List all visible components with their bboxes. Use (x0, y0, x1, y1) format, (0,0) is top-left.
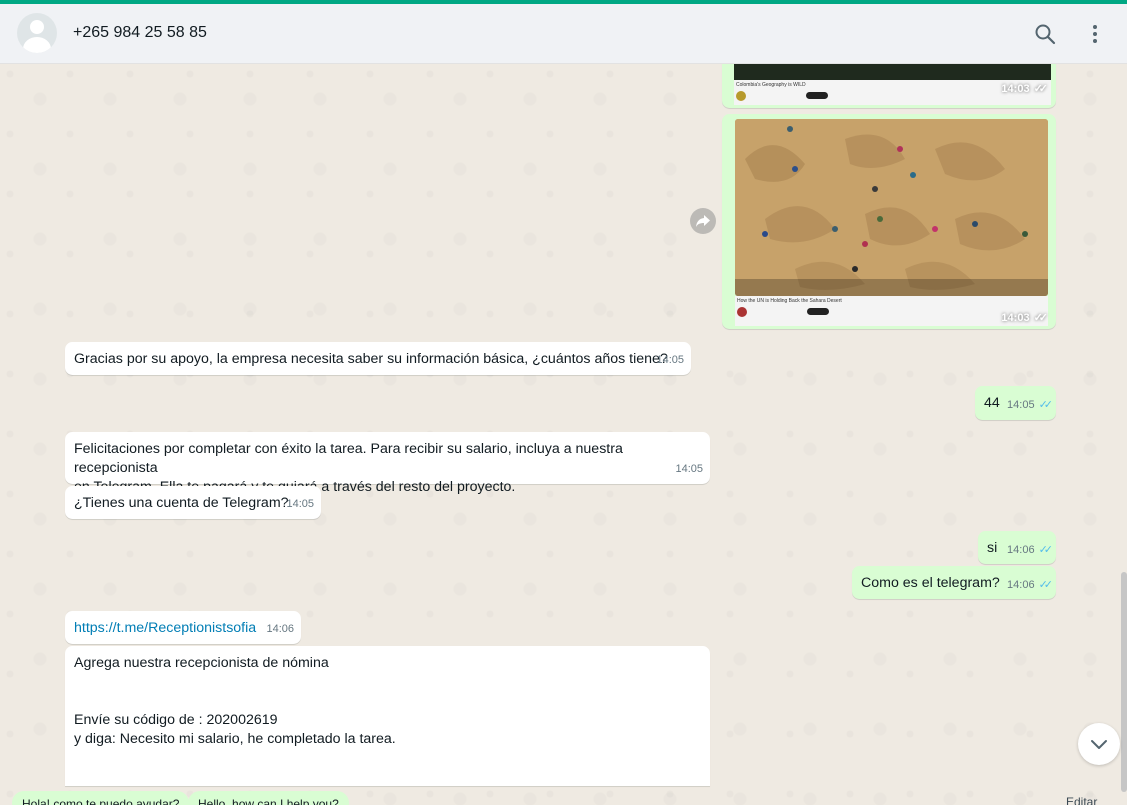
outgoing-message[interactable]: 44 14:05 ✓✓ (975, 386, 1056, 420)
media-message[interactable]: How the UN is Holding Back the Sahara De… (722, 114, 1056, 329)
message-text: 44 (984, 395, 1000, 411)
message-text: Como es el telegram? (861, 575, 1000, 591)
subscribe-button (807, 308, 829, 315)
outgoing-message[interactable]: Como es el telegram? 14:06 ✓✓ (852, 566, 1056, 599)
video-thumbnail[interactable] (735, 119, 1048, 296)
message-text-line: y diga: Necesito mi salario, he completa… (74, 731, 396, 747)
scroll-to-bottom-button[interactable] (1078, 723, 1120, 765)
message-time: 14:03 (1001, 312, 1030, 324)
video-title: How the UN is Holding Back the Sahara De… (737, 298, 842, 304)
message-text-line: Envíe su código de : 202002619 (74, 712, 278, 728)
search-icon[interactable] (1033, 22, 1057, 46)
message-time: 14:06 (1007, 544, 1035, 556)
message-text: Gracias por su apoyo, la empresa necesit… (74, 351, 668, 367)
incoming-message[interactable]: Agrega nuestra recepcionista de nómina E… (65, 646, 710, 786)
message-text-line: Felicitaciones por completar con éxito l… (74, 441, 623, 476)
read-receipt-icon: ✓✓ (1038, 399, 1054, 411)
conversation-panel[interactable]: Colombia's Geography is WILD 14:03 ✓✓ Ho… (0, 64, 1127, 805)
message-time: 14:05 (286, 498, 314, 510)
desert-scene-image (735, 119, 1048, 296)
telegram-link[interactable]: https://t.me/Receptionistsofia (74, 620, 256, 636)
message-time: 14:05 (656, 354, 684, 366)
message-text-line: Agrega nuestra recepcionista de nómina (74, 655, 329, 671)
message-time: 14:05 (675, 463, 703, 475)
quick-reply-chip[interactable]: Hello, how can I help you? (188, 791, 349, 805)
incoming-message[interactable]: ¿Tienes una cuenta de Telegram? 14:05 (65, 486, 321, 519)
message-text: ¿Tienes una cuenta de Telegram? (74, 495, 289, 511)
channel-avatar (737, 307, 747, 317)
video-thumbnail[interactable] (734, 64, 1051, 80)
forward-icon[interactable] (690, 208, 716, 234)
channel-avatar (736, 91, 746, 101)
read-receipt-icon: ✓✓ (1033, 83, 1049, 95)
read-receipt-icon: ✓✓ (1038, 544, 1054, 556)
incoming-message[interactable]: Gracias por su apoyo, la empresa necesit… (65, 342, 691, 375)
quick-reply-chip[interactable]: Hola! como te puedo ayudar? (12, 791, 190, 805)
forward-arrow-shape (696, 215, 710, 227)
chevron-down-icon (1091, 740, 1107, 749)
message-text: si (987, 540, 998, 556)
incoming-message[interactable]: Felicitaciones por completar con éxito l… (65, 432, 710, 495)
scrollbar[interactable] (1121, 572, 1127, 792)
outgoing-message[interactable]: si 14:06 ✓✓ (978, 531, 1056, 564)
video-title: Colombia's Geography is WILD (736, 82, 806, 88)
contact-avatar[interactable] (17, 13, 57, 53)
chat-header: +265 984 25 58 85 (0, 4, 1127, 64)
message-time: 14:06 (1007, 579, 1035, 591)
read-receipt-icon: ✓✓ (1033, 312, 1049, 324)
read-receipt-icon: ✓✓ (1038, 579, 1054, 591)
incoming-message[interactable]: https://t.me/Receptionistsofia 14:06 (65, 611, 301, 644)
contact-name[interactable]: +265 984 25 58 85 (73, 24, 207, 42)
edit-quick-replies-link[interactable]: Editar (1066, 795, 1097, 805)
media-message[interactable]: Colombia's Geography is WILD 14:03 ✓✓ (722, 64, 1056, 108)
message-time: 14:05 (1007, 399, 1035, 411)
avatar-body-shape (23, 37, 51, 53)
menu-icon[interactable] (1083, 22, 1107, 46)
avatar-head-shape (30, 20, 44, 34)
message-time: 14:06 (266, 623, 294, 635)
subscribe-button (806, 92, 828, 99)
message-time: 14:03 (1001, 83, 1030, 95)
